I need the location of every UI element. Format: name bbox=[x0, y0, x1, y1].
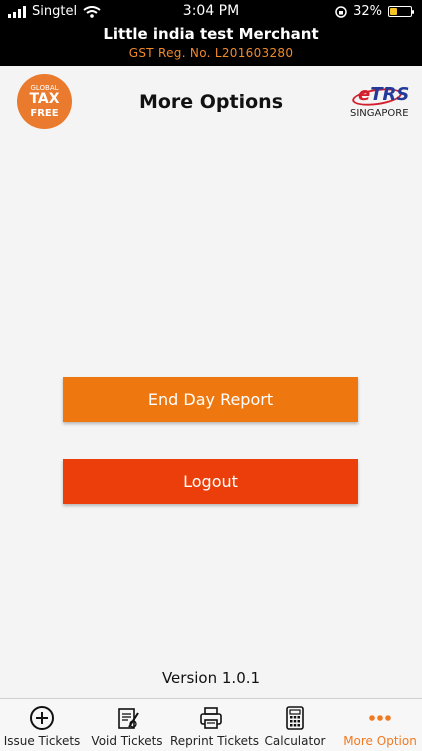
end-day-report-button[interactable]: End Day Report bbox=[63, 377, 358, 422]
tab-calculator[interactable]: Calculator bbox=[252, 699, 338, 751]
etrs-subtitle: SINGAPORE bbox=[350, 108, 409, 119]
status-bar: Singtel 3:04 PM 32% bbox=[0, 0, 422, 24]
printer-icon bbox=[200, 707, 222, 729]
status-right: 32% bbox=[335, 4, 414, 19]
tab-label: More Option bbox=[343, 734, 417, 748]
tab-bar: Issue Tickets Void Tickets Reprint Ticke… bbox=[0, 698, 422, 751]
tab-reprint-tickets[interactable]: Reprint Tickets bbox=[170, 699, 259, 751]
gst-number: GST Reg. No. L201603280 bbox=[128, 46, 294, 60]
battery-icon bbox=[388, 6, 414, 17]
more-dots-icon bbox=[369, 715, 391, 721]
tab-label: Calculator bbox=[264, 734, 326, 748]
tab-label: Issue Tickets bbox=[3, 734, 81, 748]
top-bar: Singtel 3:04 PM 32% Little india test Me… bbox=[0, 0, 422, 66]
tab-issue-tickets[interactable]: Issue Tickets bbox=[0, 699, 84, 751]
orientation-lock-icon bbox=[335, 5, 347, 18]
merchant-name: Little india test Merchant bbox=[103, 25, 319, 43]
logout-button[interactable]: Logout bbox=[63, 459, 358, 504]
calculator-icon bbox=[286, 706, 304, 730]
etrs-mark: eTRS bbox=[358, 84, 410, 105]
plus-circle-icon bbox=[30, 706, 54, 730]
tab-label: Reprint Tickets bbox=[170, 734, 259, 748]
tab-void-tickets[interactable]: Void Tickets bbox=[84, 699, 170, 751]
version-label: Version 1.0.1 bbox=[161, 669, 261, 687]
void-document-icon bbox=[118, 708, 139, 729]
battery-percent: 32% bbox=[353, 4, 382, 19]
tab-label: Void Tickets bbox=[91, 734, 163, 748]
tab-more-option[interactable]: More Option bbox=[338, 699, 422, 751]
etrs-singapore-logo: eTRS SINGAPORE bbox=[350, 84, 410, 122]
